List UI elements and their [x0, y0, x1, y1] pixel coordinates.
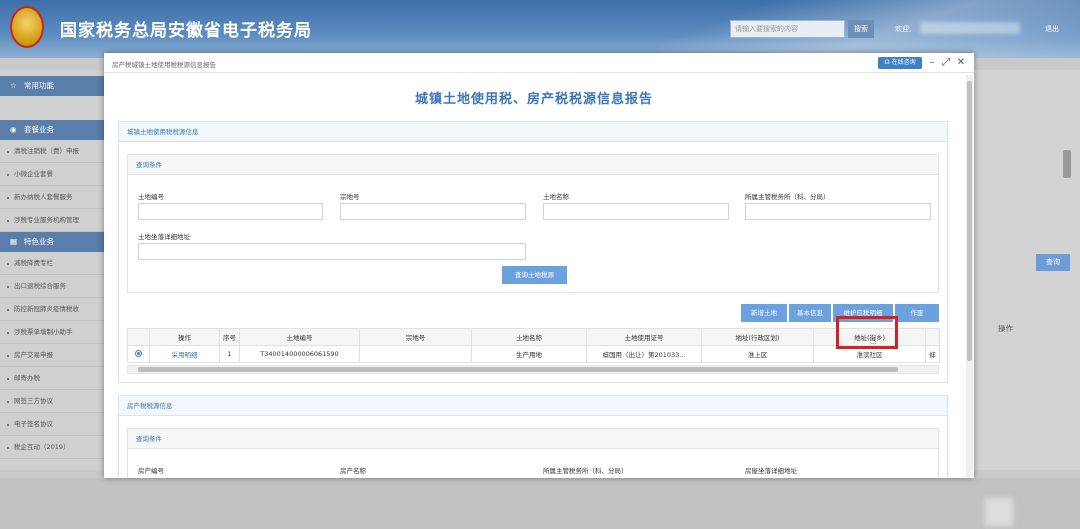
tax-office-label: 所属主管税务所（科、分局）	[745, 193, 830, 201]
row-cert-no: 蚌国用（出让）第201033...	[586, 345, 702, 363]
tax-emblem-logo	[10, 6, 44, 48]
username-redacted	[920, 22, 1020, 34]
land-table: 操作 序号 土地编号 宗地号 土地名称 土地使用证号 地址(行政区划) 地址(街…	[127, 328, 940, 363]
welcome-text: 欢迎,	[895, 25, 912, 33]
background-query-button[interactable]: 查询	[1036, 254, 1070, 271]
col-header-overflow	[925, 328, 940, 346]
minimize-icon[interactable]: –	[926, 56, 938, 70]
land-query-panel: 查询条件 土地编号 宗地号 土地名称 所属主管税务所（科、分局） 土地坐落详细地…	[127, 154, 939, 293]
void-button[interactable]: 作废	[895, 304, 939, 322]
scrollbar-thumb[interactable]	[138, 367, 898, 372]
search-input[interactable]: 请输入要搜索的内容	[730, 20, 845, 38]
row-op-link[interactable]: 采用明细	[149, 345, 220, 363]
row-land-no: T340014000006061590	[239, 345, 360, 363]
col-header: 序号	[219, 328, 240, 346]
background-op-header: 操作	[998, 324, 1013, 333]
sidebar-item[interactable]: 新办纳税人套餐服务	[0, 186, 104, 209]
sidebar-section-special[interactable]: ▦ 特色业务	[0, 232, 104, 252]
col-header: 土地名称	[471, 328, 587, 346]
land-name-label: 土地名称	[543, 193, 569, 201]
land-no-input[interactable]	[138, 203, 323, 220]
bottom-area	[0, 478, 1080, 529]
dialog-body: 城镇土地使用税、房产税税源信息报告 城镇土地使用税税源信息 查询条件 土地编号 …	[104, 73, 964, 478]
table-row[interactable]: 采用明细 1 T340014000006061590 生产用地 蚌国用（出让）第…	[127, 345, 940, 363]
sidebar-item[interactable]: 税企互动（2019）	[0, 436, 104, 459]
tax-source-report-dialog: 房产税城镇土地使用税税源信息报告 ☊ 在线咨询 – ⤢ ✕ 城镇土地使用税、房产…	[104, 53, 974, 478]
app-header: 国家税务总局安徽省电子税务局 请输入要搜索的内容 搜索 欢迎, 退出	[0, 0, 1080, 58]
sidebar-section-package[interactable]: ◉ 套餐业务	[0, 120, 104, 140]
row-radio[interactable]	[127, 345, 150, 363]
sidebar-item[interactable]: 清税注销税（费）申报	[0, 140, 104, 163]
col-header: 操作	[149, 328, 220, 346]
house-tax-office-label: 所属主管税务所（科、分局）	[543, 467, 628, 475]
house-panel-title: 房产税税源信息	[119, 396, 947, 416]
package-icon: ◉	[10, 125, 17, 134]
row-district: 淮上区	[701, 345, 814, 363]
maximize-icon[interactable]: ⤢	[940, 56, 952, 70]
add-land-button[interactable]: 新增土地	[741, 304, 787, 322]
row-trailing: 蚌	[925, 345, 940, 363]
sidebar-item[interactable]: 邮寄办税	[0, 367, 104, 390]
land-tax-panel: 城镇土地使用税税源信息 查询条件 土地编号 宗地号 土地名称 所属主管税务所（科…	[118, 121, 948, 383]
sidebar-section-common[interactable]: ☆ 常用功能	[0, 76, 104, 96]
sidebar-item[interactable]: 电子签名协议	[0, 413, 104, 436]
site-title: 国家税务总局安徽省电子税务局	[60, 21, 312, 41]
land-name-input[interactable]	[543, 203, 729, 220]
query-land-source-button[interactable]: 查询土地税源	[502, 266, 567, 284]
col-header: 土地使用证号	[586, 328, 702, 346]
land-table-header: 操作 序号 土地编号 宗地号 土地名称 土地使用证号 地址(行政区划) 地址(街…	[127, 328, 940, 346]
land-address-input[interactable]	[138, 243, 526, 260]
house-address-label: 房屋坐落详细地址	[745, 467, 797, 475]
col-header: 宗地号	[359, 328, 472, 346]
online-consult-button[interactable]: ☊ 在线咨询	[878, 57, 922, 69]
dialog-title: 房产税城镇土地使用税税源信息报告	[112, 61, 216, 69]
scrollbar-thumb[interactable]	[967, 81, 972, 361]
row-parcel-no	[359, 345, 472, 363]
dialog-vertical-scrollbar[interactable]	[966, 75, 973, 477]
sidebar-item[interactable]: 小微企业套餐	[0, 163, 104, 186]
house-query-title: 查询条件	[128, 429, 938, 449]
land-no-label: 土地编号	[138, 193, 164, 201]
sidebar-item[interactable]: 出口退税综合服务	[0, 275, 104, 298]
tax-office-select[interactable]	[745, 203, 931, 220]
select-col-header	[127, 328, 150, 346]
basic-info-button[interactable]: 基本信息	[789, 304, 831, 322]
star-icon: ☆	[10, 81, 17, 90]
parcel-no-label: 宗地号	[340, 193, 360, 201]
land-query-title: 查询条件	[128, 155, 938, 175]
sidebar-item[interactable]: 涉税专业服务机构管理	[0, 209, 104, 232]
col-header: 地址(行政区划)	[701, 328, 814, 346]
row-land-name: 生产用地	[471, 345, 587, 363]
horizontal-scrollbar[interactable]	[127, 365, 939, 374]
background-scrollbar[interactable]	[1063, 150, 1071, 178]
sidebar-item[interactable]: 防控新冠肺炎疫情税收	[0, 298, 104, 321]
report-title: 城镇土地使用税、房产税税源信息报告	[414, 92, 653, 107]
house-name-label: 房产名称	[340, 467, 366, 475]
land-address-label: 土地坐落详细地址	[138, 233, 190, 241]
house-no-label: 房产编号	[138, 467, 164, 475]
house-tax-panel: 房产税税源信息 查询条件 房产编号 房产名称 所属主管税务所（科、分局） 房屋坐…	[118, 395, 948, 478]
sidebar: ☆ 常用功能 ◉ 套餐业务 清税注销税（费）申报 小微企业套餐 新办纳税人套餐服务 …	[0, 70, 104, 470]
bottom-widget	[985, 498, 1013, 526]
radio-selected[interactable]	[135, 349, 142, 357]
pointer-cursor-icon: ☝	[870, 334, 877, 347]
house-query-panel: 查询条件 房产编号 房产名称 所属主管税务所（科、分局） 房屋坐落详细地址	[127, 428, 939, 478]
row-seq: 1	[219, 345, 240, 363]
logout-link[interactable]: 退出	[1045, 24, 1059, 34]
sidebar-item[interactable]: 房产交易申报	[0, 344, 104, 367]
land-panel-title: 城镇土地使用税税源信息	[119, 122, 947, 142]
dialog-titlebar: 房产税城镇土地使用税税源信息报告 ☊ 在线咨询 – ⤢ ✕	[104, 53, 974, 73]
search-button[interactable]: 搜索	[848, 20, 874, 38]
sidebar-item[interactable]: 涉税票单填制小助手	[0, 321, 104, 344]
parcel-no-input[interactable]	[340, 203, 526, 220]
grid-icon: ▦	[10, 237, 18, 246]
sidebar-item[interactable]: 减税降费专栏	[0, 252, 104, 275]
highlight-annotation	[836, 316, 898, 349]
sidebar-item[interactable]: 网签三方协议	[0, 390, 104, 413]
col-header: 土地编号	[239, 328, 360, 346]
close-icon[interactable]: ✕	[955, 56, 967, 70]
